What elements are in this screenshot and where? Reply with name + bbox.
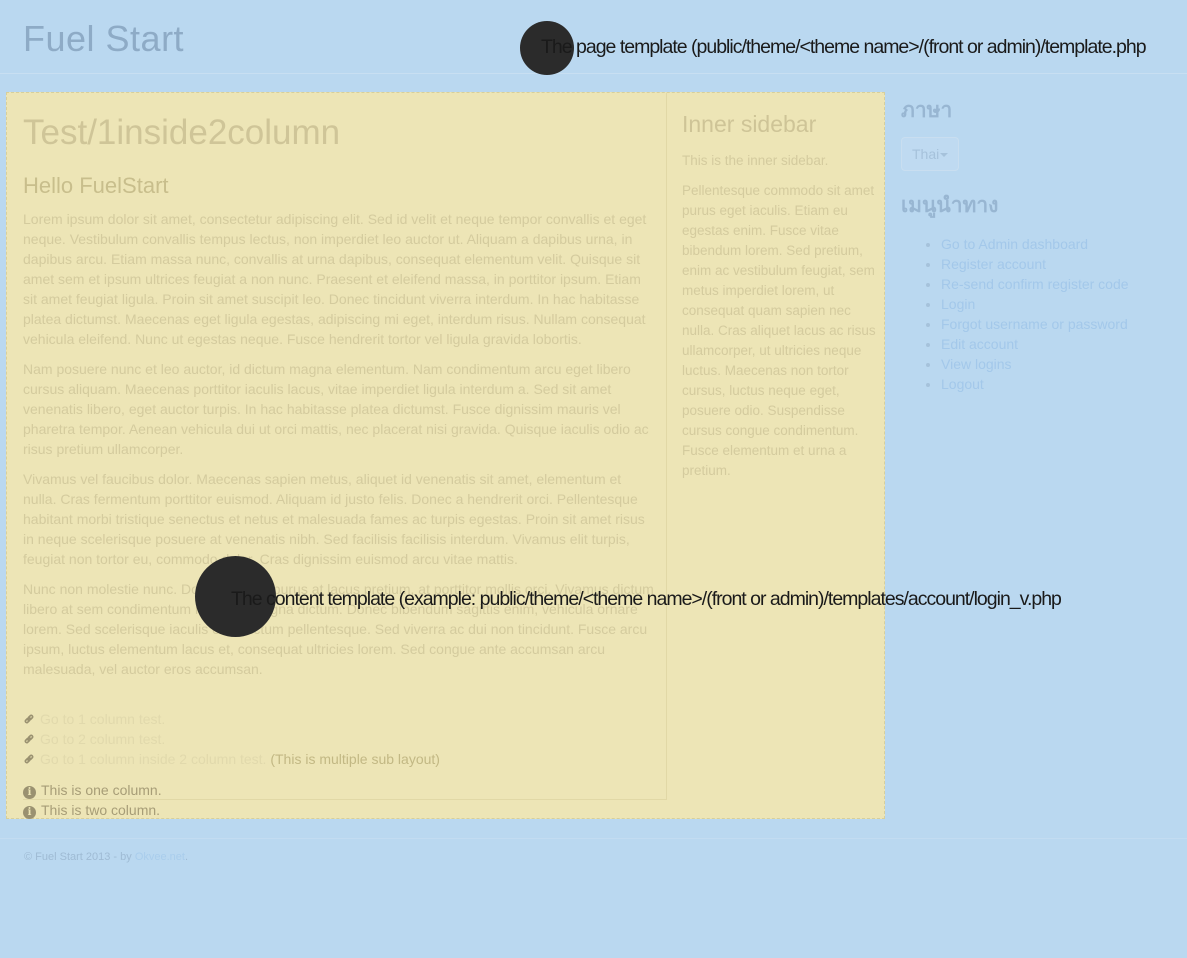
paragraph: Nam posuere nunc et leo auctor, id dictu… bbox=[23, 361, 649, 457]
inner-sidebar: Inner sidebar This is the inner sidebar.… bbox=[682, 111, 876, 491]
info-icon: i bbox=[23, 786, 36, 799]
menu-link-resend-confirm[interactable]: Re-send confirm register code bbox=[941, 276, 1129, 292]
info-text: This is one column. bbox=[41, 782, 162, 798]
content-paragraphs: Lorem ipsum dolor sit amet, consectetur … bbox=[23, 209, 655, 689]
menu-link-login[interactable]: Login bbox=[941, 296, 975, 312]
link-row: Go to 2 column test. bbox=[23, 729, 440, 749]
caret-down-icon bbox=[940, 153, 949, 157]
menu-item: Register account bbox=[941, 254, 1171, 274]
menu-item: View logins bbox=[941, 354, 1171, 374]
language-dropdown[interactable]: Thai bbox=[901, 137, 960, 171]
info-text: This is two column. bbox=[41, 802, 161, 818]
content-template-area: Test/1inside2column Hello FuelStart Lore… bbox=[6, 92, 885, 819]
site-title[interactable]: Fuel Start bbox=[23, 18, 184, 60]
footer: © Fuel Start 2013 - by Okvee.net. bbox=[24, 851, 188, 863]
menu-item: Login bbox=[941, 294, 1171, 314]
navigation-menu: Go to Admin dashboard Register account R… bbox=[901, 234, 1171, 394]
link-row: Go to 1 column inside 2 column test. (Th… bbox=[23, 749, 440, 769]
inner-sidebar-intro: This is the inner sidebar. bbox=[682, 153, 829, 168]
test-links: Go to 1 column test. Go to 2 column test… bbox=[23, 709, 440, 769]
inner-sidebar-title: Inner sidebar bbox=[682, 111, 817, 137]
menu-item: Logout bbox=[941, 374, 1171, 394]
menu-link-forgot-password[interactable]: Forgot username or password bbox=[941, 316, 1128, 332]
link-2-column-test[interactable]: Go to 2 column test. bbox=[40, 731, 165, 747]
menu-item: Edit account bbox=[941, 334, 1171, 354]
navigation-menu-title: เมนูนำทาง bbox=[901, 194, 999, 217]
link-icon bbox=[24, 754, 34, 764]
language-title: ภาษา bbox=[901, 99, 953, 122]
info-row: i This is two column. bbox=[23, 800, 162, 820]
info-notes: i This is one column. i This is two column… bbox=[23, 780, 162, 820]
menu-link-register[interactable]: Register account bbox=[941, 256, 1046, 272]
menu-item: Forgot username or password bbox=[941, 314, 1171, 334]
menu-link-view-logins[interactable]: View logins bbox=[941, 356, 1012, 372]
paragraph: Lorem ipsum dolor sit amet, consectetur … bbox=[23, 211, 647, 347]
link-note: (This is multiple sub layout) bbox=[266, 751, 440, 767]
link-icon bbox=[24, 734, 34, 744]
page-template-callout: The page template (public/theme/<theme n… bbox=[541, 36, 1147, 58]
link-row: Go to 1 column test. bbox=[23, 709, 440, 729]
right-sidebar: ภาษา Thai เมนูนำทาง Go to Admin dashboar… bbox=[901, 94, 1171, 394]
footer-text: © Fuel Start 2013 - by bbox=[24, 851, 135, 863]
info-row: i This is one column. bbox=[23, 780, 162, 800]
menu-link-edit-account[interactable]: Edit account bbox=[941, 336, 1018, 352]
content-template-callout: The content template (example: public/th… bbox=[231, 588, 1062, 610]
footer-suffix: . bbox=[184, 851, 189, 863]
link-1-inside-2-column-test[interactable]: Go to 1 column inside 2 column test. bbox=[40, 751, 266, 767]
menu-link-admin-dashboard[interactable]: Go to Admin dashboard bbox=[941, 236, 1088, 252]
menu-link-logout[interactable]: Logout bbox=[941, 376, 984, 392]
page-title: Test/1inside2column bbox=[23, 113, 341, 152]
info-icon: i bbox=[23, 806, 36, 819]
footer-link[interactable]: Okvee.net bbox=[135, 851, 185, 863]
menu-item: Go to Admin dashboard bbox=[941, 234, 1171, 254]
language-selected: Thai bbox=[912, 146, 940, 162]
paragraph: Vivamus vel faucibus dolor. Maecenas sap… bbox=[23, 471, 645, 567]
link-1-column-test[interactable]: Go to 1 column test. bbox=[40, 711, 165, 727]
menu-item: Re-send confirm register code bbox=[941, 274, 1171, 294]
main-column: Test/1inside2column Hello FuelStart Lore… bbox=[23, 93, 667, 800]
link-icon bbox=[24, 714, 34, 724]
content-heading: Hello FuelStart bbox=[23, 173, 169, 198]
inner-sidebar-body: Pellentesque commodo sit amet purus eget… bbox=[682, 183, 876, 478]
footer-divider bbox=[0, 838, 1187, 839]
